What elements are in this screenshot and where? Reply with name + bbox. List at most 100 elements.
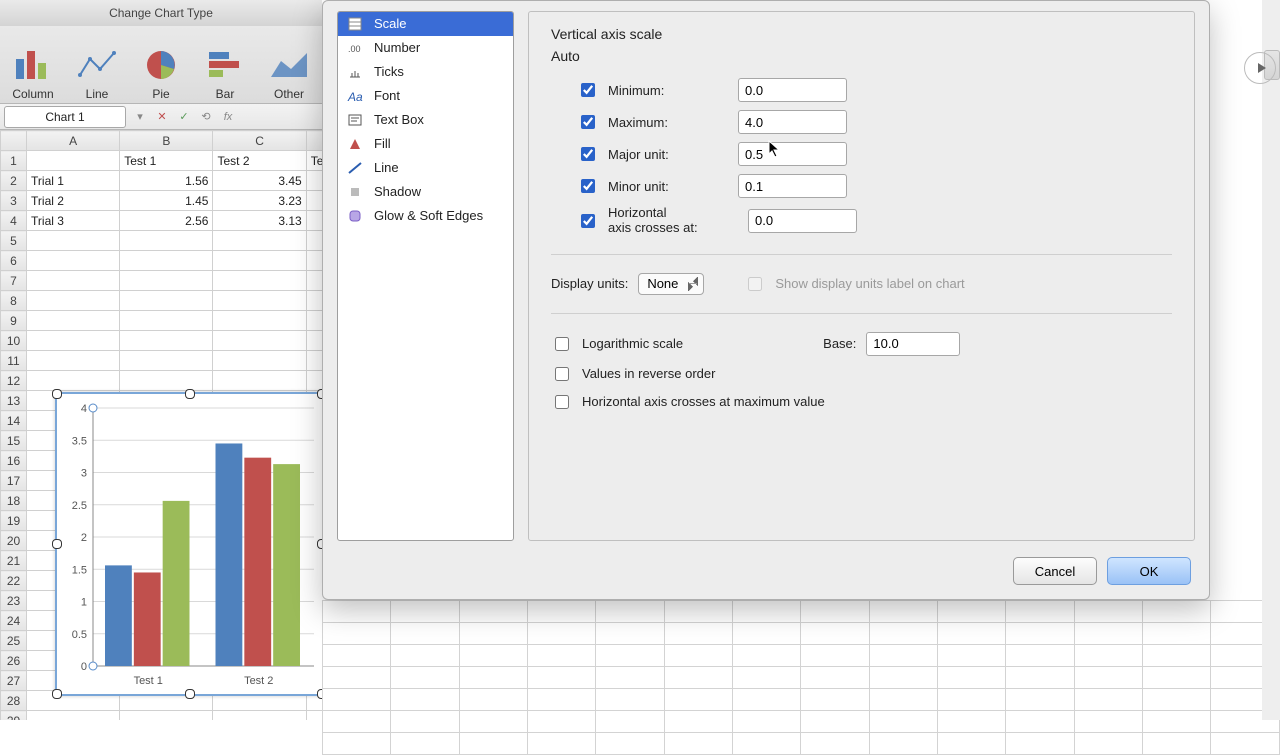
cell[interactable]: Test 2 bbox=[213, 151, 306, 171]
row-header[interactable]: 3 bbox=[1, 191, 27, 211]
category-font[interactable]: AaFont bbox=[338, 84, 513, 108]
chart-type-pie[interactable]: Pie bbox=[138, 45, 184, 101]
cell[interactable]: Trial 2 bbox=[27, 191, 120, 211]
minimum-field[interactable] bbox=[738, 78, 847, 102]
major-unit-check[interactable] bbox=[581, 147, 595, 161]
row-header[interactable]: 11 bbox=[1, 351, 27, 371]
row-header[interactable]: 26 bbox=[1, 651, 27, 671]
cell[interactable] bbox=[306, 271, 322, 291]
cell[interactable] bbox=[306, 371, 322, 391]
minor-unit-check[interactable] bbox=[581, 179, 595, 193]
cross-field[interactable] bbox=[748, 209, 857, 233]
ok-button[interactable]: OK bbox=[1107, 557, 1191, 585]
embedded-chart[interactable]: 00.511.522.533.54Test 1Test 2 bbox=[55, 392, 322, 696]
cell[interactable] bbox=[213, 311, 306, 331]
cell[interactable] bbox=[213, 231, 306, 251]
row-header[interactable]: 24 bbox=[1, 611, 27, 631]
category-fill[interactable]: Fill bbox=[338, 132, 513, 156]
row-header[interactable]: 12 bbox=[1, 371, 27, 391]
cell[interactable] bbox=[306, 171, 322, 191]
cell[interactable]: 3.45 bbox=[213, 171, 306, 191]
maximum-check[interactable] bbox=[581, 115, 595, 129]
cell[interactable] bbox=[306, 251, 322, 271]
log-scale-check[interactable] bbox=[555, 337, 569, 351]
cell[interactable] bbox=[306, 291, 322, 311]
cell[interactable] bbox=[306, 191, 322, 211]
cell[interactable] bbox=[213, 331, 306, 351]
category-glow-soft-edges[interactable]: Glow & Soft Edges bbox=[338, 204, 513, 228]
category-text-box[interactable]: Text Box bbox=[338, 108, 513, 132]
major-unit-field[interactable] bbox=[738, 142, 847, 166]
row-header[interactable]: 27 bbox=[1, 671, 27, 691]
cell[interactable]: 1.45 bbox=[120, 191, 213, 211]
category-scale[interactable]: Scale bbox=[338, 12, 513, 36]
cell[interactable] bbox=[27, 711, 120, 721]
cell[interactable] bbox=[27, 251, 120, 271]
cell[interactable] bbox=[120, 351, 213, 371]
cell[interactable] bbox=[120, 711, 213, 721]
cell[interactable] bbox=[120, 331, 213, 351]
row-header[interactable]: 21 bbox=[1, 551, 27, 571]
column-header[interactable]: D bbox=[306, 131, 322, 151]
cancel-formula-icon[interactable]: ✕ bbox=[154, 109, 170, 125]
row-header[interactable]: 5 bbox=[1, 231, 27, 251]
cell[interactable] bbox=[27, 291, 120, 311]
cell[interactable]: Test 1 bbox=[120, 151, 213, 171]
cell[interactable] bbox=[120, 371, 213, 391]
spreadsheet-continuation[interactable] bbox=[322, 600, 1280, 720]
show-units-check[interactable] bbox=[748, 277, 762, 291]
row-header[interactable]: 1 bbox=[1, 151, 27, 171]
row-header[interactable]: 9 bbox=[1, 311, 27, 331]
vertical-scrollbar[interactable] bbox=[1262, 0, 1280, 720]
cross-max-check[interactable] bbox=[555, 395, 569, 409]
cell[interactable]: Trial 1 bbox=[27, 171, 120, 191]
row-header[interactable]: 7 bbox=[1, 271, 27, 291]
cell[interactable] bbox=[213, 371, 306, 391]
cell[interactable] bbox=[213, 251, 306, 271]
row-header[interactable]: 10 bbox=[1, 331, 27, 351]
cell[interactable] bbox=[27, 331, 120, 351]
chart-type-line[interactable]: Line bbox=[74, 45, 120, 101]
row-header[interactable]: 2 bbox=[1, 171, 27, 191]
row-header[interactable]: 15 bbox=[1, 431, 27, 451]
row-header[interactable]: 25 bbox=[1, 631, 27, 651]
category-number[interactable]: .00Number bbox=[338, 36, 513, 60]
cell[interactable] bbox=[27, 311, 120, 331]
cell[interactable]: Trial 3 bbox=[27, 211, 120, 231]
cell[interactable] bbox=[27, 271, 120, 291]
cell[interactable]: 1.56 bbox=[120, 171, 213, 191]
row-header[interactable]: 17 bbox=[1, 471, 27, 491]
cell[interactable] bbox=[306, 311, 322, 331]
row-header[interactable]: 6 bbox=[1, 251, 27, 271]
base-field[interactable] bbox=[866, 332, 960, 356]
row-header[interactable]: 14 bbox=[1, 411, 27, 431]
cell[interactable] bbox=[306, 211, 322, 231]
undo-formula-icon[interactable]: ⟲ bbox=[198, 109, 214, 125]
spreadsheet[interactable]: ABCD 1Test 1Test 2Test2Trial 11.563.453T… bbox=[0, 130, 322, 720]
minor-unit-field[interactable] bbox=[738, 174, 847, 198]
cell[interactable] bbox=[120, 231, 213, 251]
cell[interactable]: 3.13 bbox=[213, 211, 306, 231]
cancel-button[interactable]: Cancel bbox=[1013, 557, 1097, 585]
stepper-icon[interactable]: ▾ bbox=[132, 109, 148, 125]
play-button[interactable] bbox=[1244, 52, 1276, 84]
cell[interactable] bbox=[27, 351, 120, 371]
row-header[interactable]: 22 bbox=[1, 571, 27, 591]
cell[interactable] bbox=[213, 711, 306, 721]
minimum-check[interactable] bbox=[581, 83, 595, 97]
row-header[interactable]: 4 bbox=[1, 211, 27, 231]
cell[interactable]: Test bbox=[306, 151, 322, 171]
maximum-field[interactable] bbox=[738, 110, 847, 134]
cell[interactable] bbox=[120, 271, 213, 291]
cell[interactable] bbox=[120, 311, 213, 331]
cell[interactable]: 3.23 bbox=[213, 191, 306, 211]
chart-type-bar[interactable]: Bar bbox=[202, 45, 248, 101]
row-header[interactable]: 19 bbox=[1, 511, 27, 531]
row-header[interactable]: 23 bbox=[1, 591, 27, 611]
row-header[interactable]: 28 bbox=[1, 691, 27, 711]
category-list[interactable]: Scale.00NumberTicksAaFontText BoxFillLin… bbox=[337, 11, 514, 541]
column-header[interactable]: C bbox=[213, 131, 306, 151]
category-ticks[interactable]: Ticks bbox=[338, 60, 513, 84]
cell[interactable] bbox=[27, 151, 120, 171]
category-shadow[interactable]: Shadow bbox=[338, 180, 513, 204]
